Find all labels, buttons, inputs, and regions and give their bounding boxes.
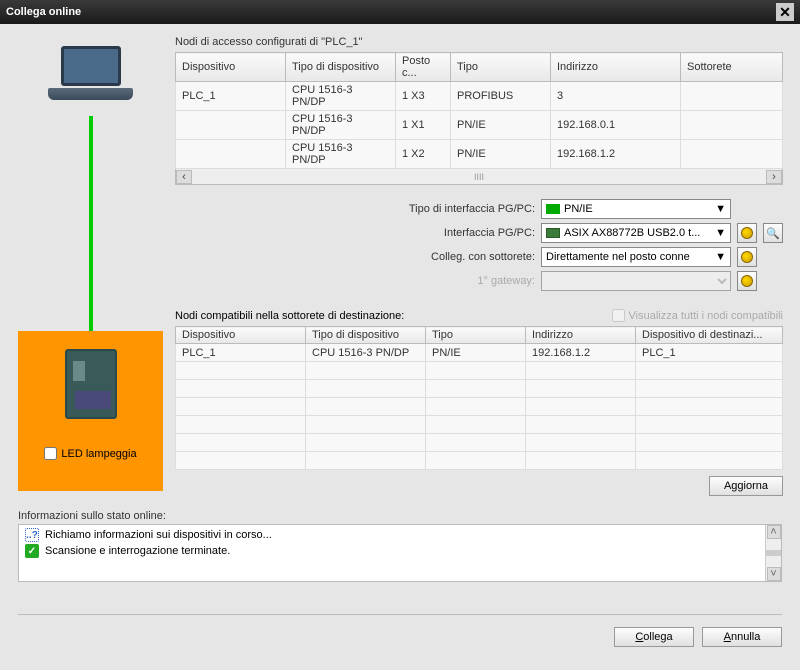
connect-button[interactable]: Collega xyxy=(614,627,694,647)
configured-nodes-label: Nodi di accesso configurati di "PLC_1" xyxy=(175,36,783,48)
gateway-config-button[interactable] xyxy=(737,271,757,291)
subnet-select[interactable]: Direttamente nel posto conne ▼ xyxy=(541,247,731,267)
scroll-left-icon[interactable]: ‹ xyxy=(176,170,192,184)
t1-h2[interactable]: Posto c... xyxy=(396,53,451,82)
nic-icon xyxy=(546,228,560,238)
gear-icon xyxy=(741,275,753,287)
laptop-icon xyxy=(46,46,136,116)
status-vscroll[interactable]: ˄ ˅ xyxy=(765,525,781,581)
plc-device-icon xyxy=(65,349,117,419)
connection-line-icon xyxy=(89,116,93,331)
led-blink-checkbox[interactable]: LED lampeggia xyxy=(44,447,136,460)
table-row xyxy=(176,398,783,416)
status-text: Richiamo informazioni sui dispositivi in… xyxy=(45,529,272,541)
status-label: Informazioni sullo stato online: xyxy=(18,510,782,522)
table-row xyxy=(176,380,783,398)
configured-nodes-table: Dispositivo Tipo di dispositivo Posto c.… xyxy=(175,52,783,169)
t1-h4[interactable]: Indirizzo xyxy=(551,53,681,82)
compatible-nodes-table: Dispositivo Tipo di dispositivo Tipo Ind… xyxy=(175,326,783,470)
table-row: CPU 1516-3 PN/DP 1 X1 PN/IE 192.168.0.1 xyxy=(176,111,783,140)
if-select[interactable]: ASIX AX88772B USB2.0 t... ▼ xyxy=(541,223,731,243)
status-line: ✓ Scansione e interrogazione terminate. xyxy=(19,543,765,559)
t1-h5[interactable]: Sottorete xyxy=(681,53,783,82)
table-row: CPU 1516-3 PN/DP 1 X2 PN/IE 192.168.1.2 xyxy=(176,140,783,169)
if-search-button[interactable]: 🔍 xyxy=(763,223,783,243)
if-type-label: Tipo di interfaccia PG/PC: xyxy=(175,203,535,215)
cancel-button[interactable]: Annulla xyxy=(702,627,782,647)
show-all-input xyxy=(612,309,625,322)
status-box: ..? Richiamo informazioni sui dispositiv… xyxy=(18,524,782,582)
scroll-down-icon[interactable]: ˅ xyxy=(767,567,781,581)
if-label: Interfaccia PG/PC: xyxy=(175,227,535,239)
table-row: PLC_1 CPU 1516-3 PN/DP 1 X3 PROFIBUS 3 xyxy=(176,82,783,111)
t2-h2[interactable]: Tipo xyxy=(426,327,526,344)
table-row xyxy=(176,452,783,470)
subnet-label: Colleg. con sottorete: xyxy=(175,251,535,263)
refresh-button[interactable]: Aggiorna xyxy=(709,476,783,496)
led-blink-label: LED lampeggia xyxy=(61,448,136,460)
device-panel: LED lampeggia xyxy=(18,331,163,491)
table1-hscroll[interactable]: ‹ IIII › xyxy=(175,169,783,185)
status-line: ..? Richiamo informazioni sui dispositiv… xyxy=(19,527,765,543)
show-all-checkbox: Visualizza tutti i nodi compatibili xyxy=(612,309,783,322)
table-row xyxy=(176,434,783,452)
show-all-label: Visualizza tutti i nodi compatibili xyxy=(629,310,783,322)
t2-h0[interactable]: Dispositivo xyxy=(176,327,306,344)
if-config-button[interactable] xyxy=(737,223,757,243)
search-icon: 🔍 xyxy=(766,227,780,240)
compatible-nodes-label: Nodi compatibili nella sottorete di dest… xyxy=(175,310,404,322)
window-title: Collega online xyxy=(6,6,81,18)
table-row xyxy=(176,416,783,434)
t2-h3[interactable]: Indirizzo xyxy=(526,327,636,344)
t1-h0[interactable]: Dispositivo xyxy=(176,53,286,82)
table-row xyxy=(176,362,783,380)
subnet-config-button[interactable] xyxy=(737,247,757,267)
if-type-select[interactable]: PN/IE ▼ xyxy=(541,199,731,219)
gateway-select xyxy=(541,271,731,291)
check-icon: ✓ xyxy=(25,544,39,558)
pnie-icon xyxy=(546,204,560,214)
t1-h3[interactable]: Tipo xyxy=(451,53,551,82)
gear-icon xyxy=(741,251,753,263)
t1-h1[interactable]: Tipo di dispositivo xyxy=(286,53,396,82)
close-icon[interactable]: ✕ xyxy=(776,3,794,21)
table-row[interactable]: PLC_1 CPU 1516-3 PN/DP PN/IE 192.168.1.2… xyxy=(176,344,783,362)
loading-icon: ..? xyxy=(25,528,39,542)
status-text: Scansione e interrogazione terminate. xyxy=(45,545,230,557)
scroll-right-icon[interactable]: › xyxy=(766,170,782,184)
t2-h4[interactable]: Dispositivo di destinazi... xyxy=(636,327,783,344)
led-blink-input[interactable] xyxy=(44,447,57,460)
left-visual-column: LED lampeggia xyxy=(18,36,163,496)
gateway-label: 1° gateway: xyxy=(175,275,535,287)
title-bar: Collega online ✕ xyxy=(0,0,800,24)
gear-icon xyxy=(741,227,753,239)
t2-h1[interactable]: Tipo di dispositivo xyxy=(306,327,426,344)
scroll-up-icon[interactable]: ˄ xyxy=(767,525,781,539)
